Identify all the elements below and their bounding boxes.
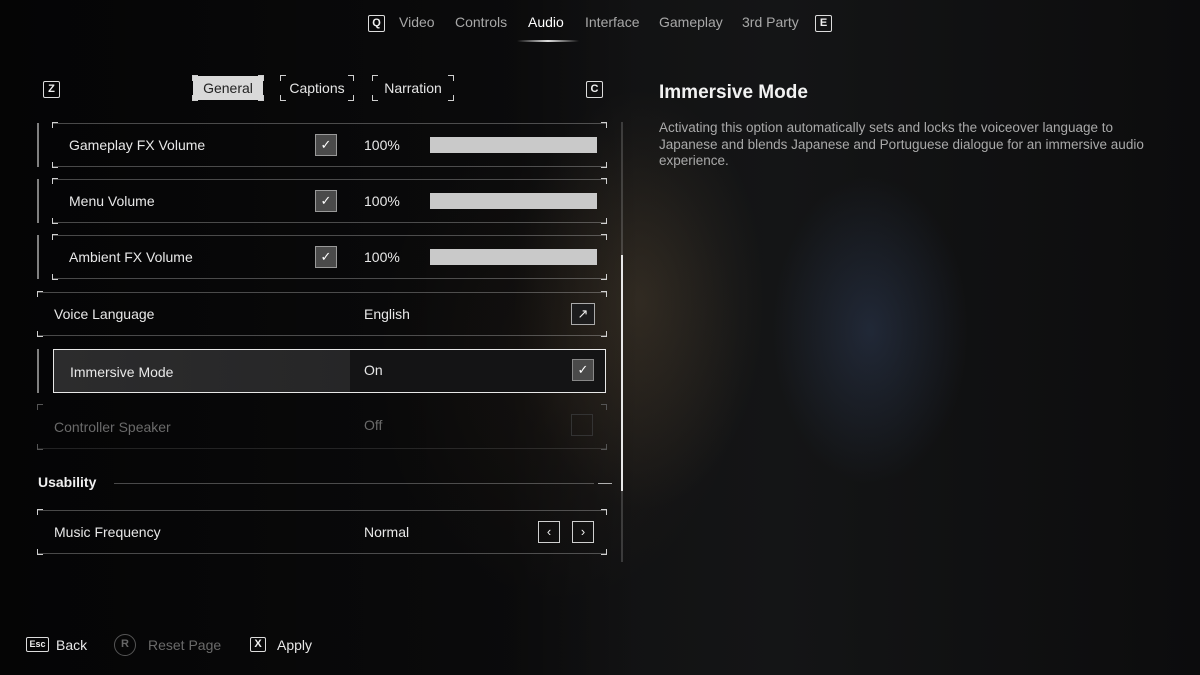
back-label: Back — [56, 637, 88, 653]
subtab-captions[interactable]: Captions — [280, 75, 354, 101]
controller-speaker-label: Controller Speaker — [54, 419, 171, 435]
indent-bar — [37, 123, 39, 167]
subtab-narration-label: Narration — [384, 80, 442, 96]
controller-speaker-row: Controller Speaker Off — [37, 404, 607, 450]
gameplay-fx-volume-label: Gameplay FX Volume — [69, 137, 206, 153]
menu-volume-value: 100% — [364, 193, 400, 209]
subtab-narration[interactable]: Narration — [372, 75, 454, 101]
subtab-general[interactable]: General — [192, 75, 264, 101]
prev-subtab-key[interactable]: Z — [43, 81, 60, 98]
tab-3rd-party[interactable]: 3rd Party — [742, 14, 799, 30]
voice-language-label: Voice Language — [54, 306, 155, 322]
tab-video[interactable]: Video — [399, 14, 435, 30]
r-key-icon: R — [114, 634, 136, 656]
subtab-general-label: General — [203, 80, 253, 96]
gameplay-fx-volume-value: 100% — [364, 137, 400, 153]
ambient-fx-volume-slider[interactable] — [430, 249, 597, 265]
immersive-mode-value: On — [364, 362, 383, 378]
indent-bar — [37, 349, 39, 393]
reset-page-button: R Reset Page — [114, 634, 224, 656]
apply-label: Apply — [277, 637, 313, 653]
description-title: Immersive Mode — [659, 82, 808, 103]
esc-key-icon: Esc — [26, 637, 49, 652]
gameplay-fx-volume-slider[interactable] — [430, 137, 597, 153]
menu-volume-checkbox[interactable]: ✓ — [315, 190, 337, 212]
back-button[interactable]: Esc Back — [26, 634, 96, 656]
menu-volume-row[interactable]: Menu Volume ✓ 100% — [52, 178, 607, 224]
immersive-mode-label: Immersive Mode — [70, 364, 174, 380]
apply-button[interactable]: X Apply — [250, 634, 320, 656]
subtab-captions-label: Captions — [289, 80, 345, 96]
gameplay-fx-volume-row[interactable]: Gameplay FX Volume ✓ 100% — [52, 122, 607, 168]
ambient-fx-checkbox[interactable]: ✓ — [315, 246, 337, 268]
ambient-fx-volume-value: 100% — [364, 249, 400, 265]
music-frequency-value: Normal — [364, 524, 410, 540]
external-link-icon[interactable]: ↗ — [571, 303, 595, 325]
voice-language-value: English — [364, 306, 410, 322]
controller-speaker-checkbox — [571, 414, 593, 436]
music-frequency-row[interactable]: Music Frequency Normal ‹ › — [37, 509, 607, 555]
immersive-mode-checkbox[interactable]: ✓ — [572, 359, 594, 381]
chevron-right-icon[interactable]: › — [572, 521, 594, 543]
tab-controls[interactable]: Controls — [455, 14, 507, 30]
settings-panel-shade — [0, 0, 640, 675]
tab-gameplay[interactable]: Gameplay — [659, 14, 723, 30]
collapse-icon[interactable]: — — [598, 474, 612, 490]
ambient-fx-volume-row[interactable]: Ambient FX Volume ✓ 100% — [52, 234, 607, 280]
controller-speaker-value: Off — [364, 417, 383, 433]
description-text: Activating this option automatically set… — [659, 120, 1144, 168]
scrollbar-thumb[interactable] — [621, 255, 623, 491]
prev-tab-key[interactable]: Q — [368, 15, 385, 32]
ambient-fx-volume-label: Ambient FX Volume — [69, 249, 193, 265]
menu-volume-label: Menu Volume — [69, 193, 155, 209]
voice-language-row[interactable]: Voice Language English ↗ — [37, 291, 607, 337]
gameplay-fx-checkbox[interactable]: ✓ — [315, 134, 337, 156]
menu-volume-slider[interactable] — [430, 193, 597, 209]
next-subtab-key[interactable]: C — [586, 81, 603, 98]
x-key-icon: X — [250, 637, 266, 652]
active-tab-underline — [517, 40, 579, 42]
indent-bar — [37, 179, 39, 223]
section-divider — [114, 483, 594, 484]
next-tab-key[interactable]: E — [815, 15, 832, 32]
usability-section-title: Usability — [38, 474, 97, 490]
tab-audio[interactable]: Audio — [528, 14, 564, 30]
chevron-left-icon[interactable]: ‹ — [538, 521, 560, 543]
top-nav: Q Video Controls Audio Interface Gamepla… — [0, 12, 1200, 42]
tab-interface[interactable]: Interface — [585, 14, 639, 30]
reset-page-label: Reset Page — [148, 637, 222, 653]
immersive-mode-row[interactable]: Immersive Mode On ✓ — [53, 349, 606, 393]
indent-bar — [37, 235, 39, 279]
music-frequency-label: Music Frequency — [54, 524, 161, 540]
